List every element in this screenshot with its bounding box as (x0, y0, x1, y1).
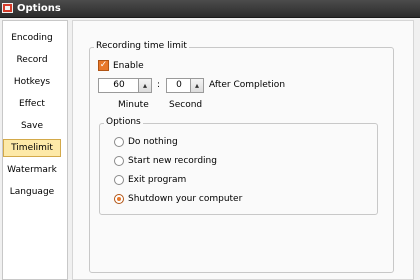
sidebar-item-record[interactable]: Record (3, 51, 61, 69)
sidebar-item-encoding[interactable]: Encoding (3, 29, 61, 47)
minute-value[interactable]: 60 (99, 79, 139, 92)
second-spinbox[interactable]: 0 ▴ (166, 78, 204, 93)
spin-arrows-icon[interactable]: ▴ (190, 79, 203, 92)
app-icon (2, 3, 13, 13)
sidebar-item-watermark[interactable]: Watermark (3, 161, 61, 179)
do-nothing-radio[interactable] (114, 137, 124, 147)
spin-arrows-icon[interactable]: ▴ (138, 79, 151, 92)
start-new-recording-radio[interactable] (114, 156, 124, 166)
time-separator: : (157, 80, 161, 90)
second-value[interactable]: 0 (167, 79, 191, 92)
window-title: Options (17, 3, 61, 14)
shutdown-computer-label[interactable]: Shutdown your computer (128, 194, 242, 205)
minute-label: Minute (118, 100, 149, 110)
enable-label: Enable (113, 61, 144, 71)
after-completion-label: After Completion (209, 80, 286, 90)
sidebar-item-effect[interactable]: Effect (3, 95, 61, 113)
do-nothing-label[interactable]: Do nothing (128, 137, 178, 148)
minute-spinbox[interactable]: 60 ▴ (98, 78, 152, 93)
start-new-recording-label[interactable]: Start new recording (128, 156, 217, 167)
title-bar: Options (0, 0, 420, 18)
enable-checkbox[interactable]: ✓ (98, 60, 109, 71)
recording-time-limit-title: Recording time limit (94, 41, 189, 52)
shutdown-computer-radio[interactable] (114, 194, 124, 204)
exit-program-label[interactable]: Exit program (128, 175, 186, 186)
sidebar-item-hotkeys[interactable]: Hotkeys (3, 73, 61, 91)
sidebar-item-timelimit[interactable]: Timelimit (3, 139, 61, 157)
exit-program-radio[interactable] (114, 175, 124, 185)
sidebar-item-language[interactable]: Language (3, 183, 61, 201)
options-group-title: Options (104, 117, 143, 128)
second-label: Second (169, 100, 203, 110)
sidebar-item-save[interactable]: Save (3, 117, 61, 135)
